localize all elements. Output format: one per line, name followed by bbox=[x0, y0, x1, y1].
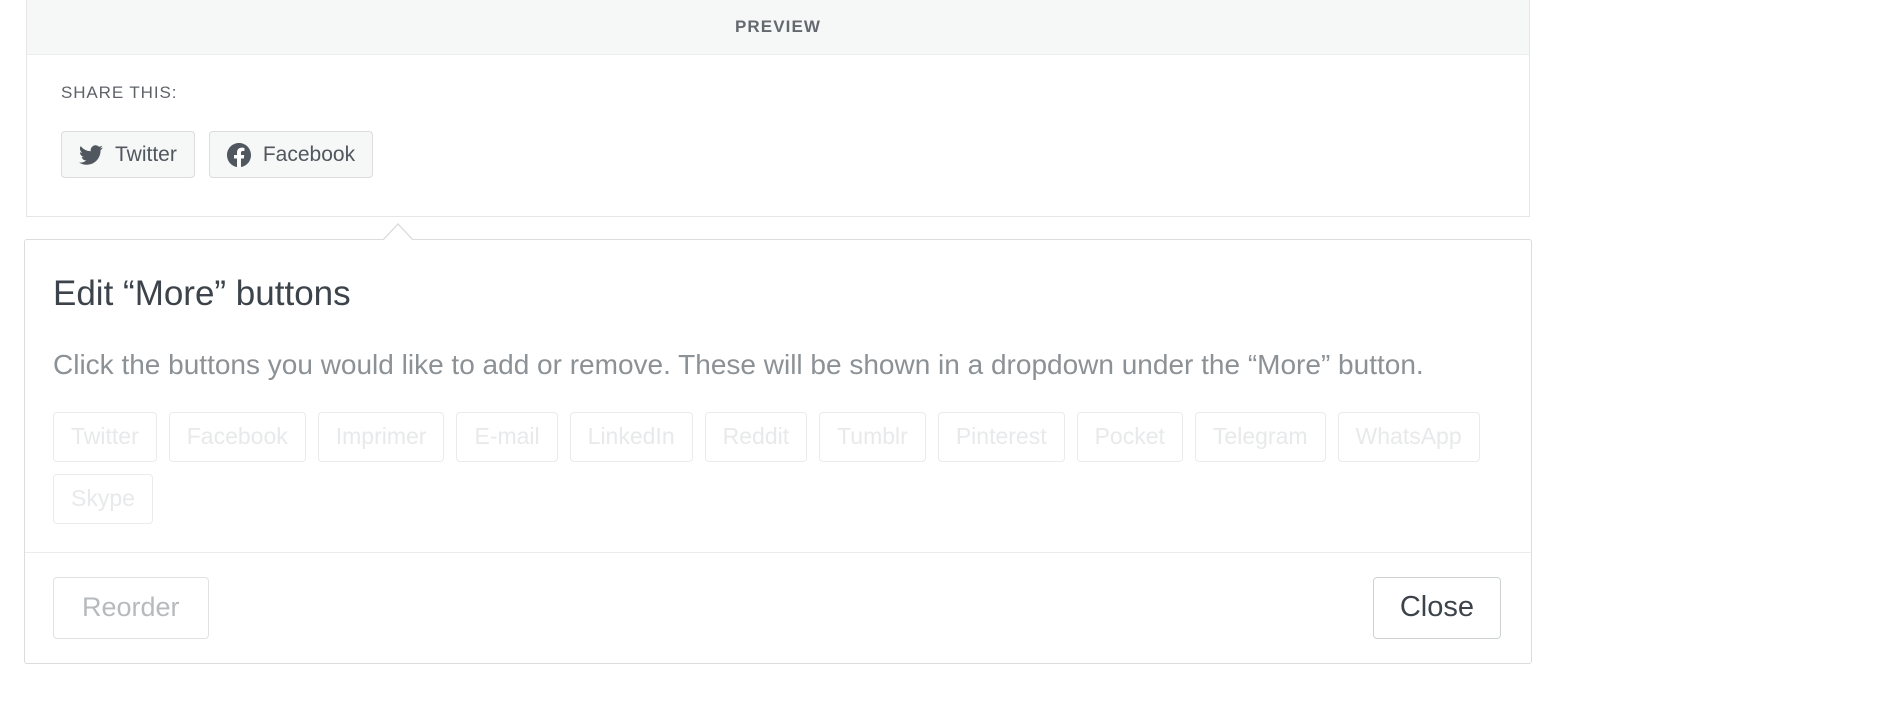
share-button-facebook-label: Facebook bbox=[262, 143, 356, 166]
edit-more-buttons-modal: Edit “More” buttons Click the buttons yo… bbox=[24, 223, 1532, 664]
service-chip-tumblr[interactable]: Tumblr bbox=[819, 411, 926, 462]
service-chip-list: Twitter Facebook Imprimer E-mail LinkedI… bbox=[53, 411, 1501, 552]
service-chip-reddit[interactable]: Reddit bbox=[704, 411, 808, 462]
share-this-label: SHARE THIS: bbox=[61, 83, 178, 102]
service-chip-email[interactable]: E-mail bbox=[456, 411, 558, 462]
service-chip-pocket[interactable]: Pocket bbox=[1076, 411, 1183, 462]
modal-title: Edit “More” buttons bbox=[53, 274, 351, 313]
twitter-icon bbox=[79, 143, 103, 167]
modal-description: Click the buttons you would like to add … bbox=[53, 349, 1424, 381]
share-button-facebook[interactable]: Facebook bbox=[208, 131, 374, 178]
service-chip-telegram[interactable]: Telegram bbox=[1194, 411, 1326, 462]
service-chip-linkedin[interactable]: LinkedIn bbox=[569, 411, 693, 462]
preview-panel: PREVIEW SHARE THIS: Twitter Facebook bbox=[26, 0, 1530, 217]
preview-panel-header: PREVIEW bbox=[27, 0, 1529, 55]
service-chip-skype[interactable]: Skype bbox=[53, 473, 153, 524]
share-buttons-row: Twitter Facebook bbox=[61, 131, 1529, 178]
close-button[interactable]: Close bbox=[1372, 576, 1501, 639]
reorder-button[interactable]: Reorder bbox=[53, 576, 209, 639]
modal-content: Edit “More” buttons Click the buttons yo… bbox=[25, 240, 1531, 552]
facebook-icon bbox=[226, 142, 251, 167]
service-chip-whatsapp[interactable]: WhatsApp bbox=[1337, 411, 1480, 462]
modal-caret bbox=[382, 225, 414, 242]
preview-screen: PREVIEW SHARE THIS: Twitter Facebook Edi… bbox=[0, 0, 1886, 722]
service-chip-twitter[interactable]: Twitter bbox=[53, 411, 157, 462]
service-chip-pinterest[interactable]: Pinterest bbox=[937, 411, 1065, 462]
preview-panel-body: SHARE THIS: Twitter Facebook bbox=[27, 55, 1529, 216]
modal-footer: Reorder Close bbox=[25, 551, 1531, 663]
share-button-twitter-label: Twitter bbox=[115, 143, 177, 166]
service-chip-facebook[interactable]: Facebook bbox=[168, 411, 306, 462]
preview-header-label: PREVIEW bbox=[734, 17, 822, 36]
share-button-twitter[interactable]: Twitter bbox=[61, 131, 195, 178]
service-chip-imprimer[interactable]: Imprimer bbox=[317, 411, 445, 462]
